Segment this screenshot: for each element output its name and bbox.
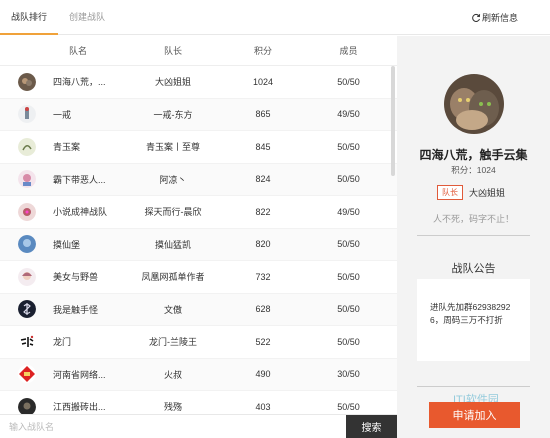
search-bar: 搜索 (0, 414, 397, 438)
team-detail-panel: 四海八荒，触手云集 积分：1024 队长 大凶姐姐 人不死，码字不止！ 战队公告… (397, 36, 550, 438)
refresh-button[interactable]: 刷新信息 (471, 11, 518, 25)
blue-avatar (17, 235, 36, 254)
refresh-label: 刷新信息 (481, 13, 518, 23)
table-row[interactable]: 一戒 一戒-东方 865 49/50 (0, 98, 397, 131)
row-points: 865 (255, 109, 271, 120)
girl-avatar (17, 267, 36, 286)
row-leader: 探天而行-晨欣 (144, 207, 202, 218)
row-leader: 凤凰网孤单作者 (141, 272, 205, 283)
row-team-name: 霸下带恶人... (53, 174, 106, 185)
table-row[interactable]: 美女与野兽 凤凰网孤单作者 732 50/50 (0, 261, 397, 294)
team-name: 四海八荒，触手云集 (419, 148, 528, 162)
team-points: 积分：1024 (451, 165, 496, 175)
row-team-name: 龙门 (53, 337, 72, 348)
row-points: 732 (255, 271, 271, 282)
row-team-name: 美女与野兽 (53, 272, 99, 283)
row-points: 490 (255, 369, 271, 380)
table-row[interactable]: 霸下带恶人... 阿凉丶 824 50/50 (0, 163, 397, 196)
row-members: 49/50 (337, 206, 360, 217)
row-members: 49/50 (337, 109, 360, 120)
red-diamond-avatar (17, 365, 36, 384)
row-members: 50/50 (337, 304, 360, 315)
row-team-name: 一戒 (53, 109, 72, 120)
list-scrollbar[interactable] (391, 66, 395, 176)
flower-avatar (17, 202, 36, 221)
table-row[interactable]: 青玉案 青玉案丨至尊 845 50/50 (0, 131, 397, 164)
row-leader: 龙门-兰陵王 (149, 337, 197, 348)
row-leader: 青玉案丨至尊 (145, 142, 200, 153)
header-leader: 队长 (163, 46, 182, 56)
row-leader: 残殇 (163, 402, 182, 413)
ranking-list: 四海八荒，... 大凶姐姐 1024 50/50 一戒 一戒-东方 865 49… (0, 66, 397, 424)
row-team-name: 河南省网络... (53, 369, 106, 380)
row-members: 50/50 (337, 141, 360, 152)
dark-logo-avatar (17, 300, 36, 319)
table-header: 队名 队长 积分 成员 (0, 36, 397, 66)
tab-team-ranking[interactable]: 战队排行 (0, 0, 58, 35)
tab-create-team[interactable]: 创建战队 (58, 0, 116, 35)
row-members: 50/50 (337, 239, 360, 250)
row-points: 820 (255, 239, 271, 250)
header-points: 积分 (253, 46, 272, 56)
table-row[interactable]: 河南省网络... 火叔 490 30/50 (0, 358, 397, 391)
row-points: 522 (255, 336, 271, 347)
row-leader: 一戒-东方 (153, 109, 193, 120)
divider (417, 235, 530, 236)
row-members: 50/50 (337, 76, 360, 87)
row-leader: 摸仙猛凯 (154, 239, 191, 250)
table-row[interactable]: 摸仙堡 摸仙猛凯 820 50/50 (0, 228, 397, 261)
team-avatar (444, 74, 504, 134)
row-points: 1024 (252, 76, 274, 87)
team-motto: 人不死，码字不止！ (432, 214, 514, 224)
top-bar: 战队排行 创建战队 刷新信息 (0, 0, 550, 35)
ink-avatar (17, 137, 36, 156)
apply-join-button[interactable]: 申请加入 (429, 402, 520, 428)
row-points: 628 (255, 304, 271, 315)
row-team-name: 青玉案 (53, 142, 81, 153)
row-members: 50/50 (337, 174, 360, 185)
header-members: 成员 (339, 46, 358, 56)
row-points: 824 (255, 174, 271, 185)
row-leader: 阿凉丶 (159, 174, 187, 185)
table-row[interactable]: 龙门 龙门-兰陵王 522 50/50 (0, 326, 397, 359)
header-team-name: 队名 (69, 46, 88, 56)
row-members: 50/50 (337, 336, 360, 347)
table-row[interactable]: 我是触手怪 文傲 628 50/50 (0, 293, 397, 326)
search-button[interactable]: 搜索 (346, 415, 397, 438)
notice-box: 进队先加群629382926，周码三万不打折 (417, 279, 530, 361)
notice-title: 战队公告 (451, 263, 496, 275)
row-team-name: 四海八荒，... (53, 77, 106, 88)
row-team-name: 我是触手怪 (53, 304, 99, 315)
figure-avatar (17, 105, 36, 124)
search-input[interactable] (0, 415, 346, 438)
row-members: 50/50 (337, 401, 360, 412)
row-leader: 大凶姐姐 (154, 77, 191, 88)
leader-badge: 队长 (437, 185, 463, 200)
row-team-name: 小说成神战队 (53, 207, 108, 218)
row-leader: 火叔 (163, 369, 182, 380)
cat-avatar (17, 72, 36, 91)
leader-line: 队长 大凶姐姐 (437, 185, 505, 200)
divider (417, 386, 530, 387)
ranking-panel: 队名 队长 积分 成员 四海八荒，... 大凶姐姐 1024 50/50 一戒 … (0, 36, 397, 438)
row-points: 822 (255, 206, 271, 217)
row-team-name: 摸仙堡 (53, 239, 81, 250)
calligraphy-avatar (17, 332, 36, 351)
leader-name[interactable]: 大凶姐姐 (469, 186, 505, 199)
row-members: 30/50 (337, 369, 360, 380)
row-members: 50/50 (337, 271, 360, 282)
row-team-name: 江西搬砖出... (53, 402, 106, 413)
refresh-icon (472, 14, 481, 22)
table-row[interactable]: 四海八荒，... 大凶姐姐 1024 50/50 (0, 66, 397, 99)
row-points: 403 (255, 401, 271, 412)
row-leader: 文傲 (163, 304, 182, 315)
notice-text: 进队先加群629382926，周码三万不打折 (430, 302, 511, 325)
table-row[interactable]: 小说成神战队 探天而行-晨欣 822 49/50 (0, 196, 397, 229)
anime-avatar (17, 170, 36, 189)
row-points: 845 (255, 141, 271, 152)
